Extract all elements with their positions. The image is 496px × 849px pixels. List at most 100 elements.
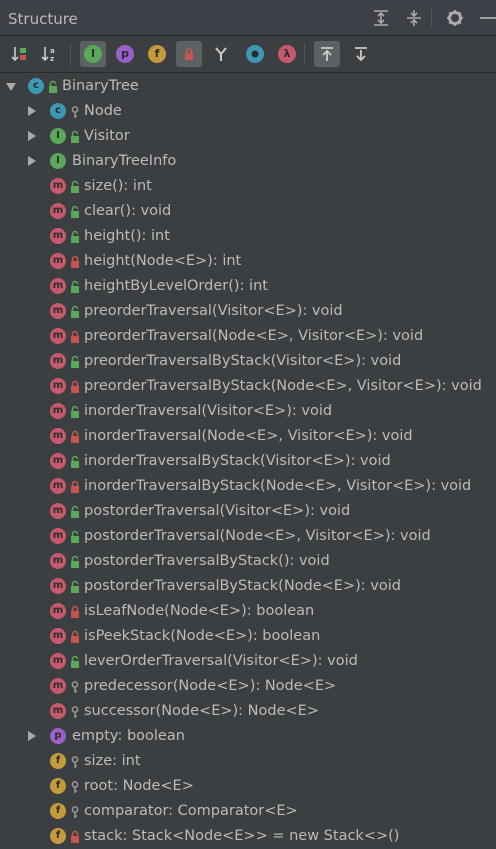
autoscroll-from-source-button[interactable] bbox=[348, 41, 374, 67]
tree-node[interactable]: m preorderTraversal(Visitor<E>): void bbox=[0, 299, 496, 324]
tree-node[interactable]: I BinaryTreeInfo bbox=[0, 149, 496, 174]
show-anonymous-button[interactable] bbox=[208, 41, 234, 67]
interface-icon: I bbox=[50, 128, 66, 144]
package-visibility-icon bbox=[70, 779, 80, 793]
expand-arrow-icon[interactable] bbox=[28, 131, 36, 141]
field-icon: f bbox=[50, 778, 66, 794]
tree-node[interactable]: f size: int bbox=[0, 749, 496, 774]
package-visibility-icon bbox=[70, 804, 80, 818]
tree-node[interactable]: m preorderTraversal(Node<E>, Visitor<E>):… bbox=[0, 324, 496, 349]
tree-node-label: inorderTraversalByStack(Node<E>, Visitor… bbox=[84, 478, 472, 494]
tree-node[interactable]: m inorderTraversalByStack(Node<E>, Visito… bbox=[0, 474, 496, 499]
collapse-all-icon[interactable] bbox=[405, 9, 423, 27]
tree-node[interactable]: m isLeafNode(Node<E>): boolean bbox=[0, 599, 496, 624]
show-lambda-icon: λ bbox=[278, 45, 296, 63]
tree-node[interactable]: m height(Node<E>): int bbox=[0, 249, 496, 274]
tree-node[interactable]: c Node bbox=[0, 99, 496, 124]
public-visibility-icon bbox=[70, 279, 80, 293]
public-visibility-icon bbox=[70, 229, 80, 243]
minimize-icon[interactable] bbox=[478, 9, 496, 27]
class-icon: c bbox=[28, 78, 44, 94]
expand-all-icon[interactable] bbox=[372, 9, 390, 27]
sort-by-visibility-icon bbox=[10, 45, 28, 63]
sort-alphabetically-button[interactable]: az bbox=[36, 41, 62, 67]
tree-root-node[interactable]: c BinaryTree bbox=[0, 74, 496, 99]
gear-icon[interactable] bbox=[446, 9, 464, 27]
tree-node-label: leverOrderTraversal(Visitor<E>): void bbox=[84, 653, 358, 669]
tree-node-label: BinaryTree bbox=[62, 78, 139, 94]
package-visibility-icon bbox=[70, 679, 80, 693]
field-icon: f bbox=[50, 753, 66, 769]
tree-node[interactable]: f stack: Stack<Node<E>> = new Stack<>() bbox=[0, 824, 496, 849]
public-visibility-icon bbox=[70, 404, 80, 418]
anonymous-classes-icon bbox=[212, 45, 230, 63]
tree-node[interactable]: m preorderTraversalByStack(Node<E>, Visit… bbox=[0, 374, 496, 399]
tree-node[interactable]: m leverOrderTraversal(Visitor<E>): void bbox=[0, 649, 496, 674]
structure-toolbar: az Ipf λ bbox=[0, 37, 496, 73]
method-icon: m bbox=[50, 578, 66, 594]
svg-text:a: a bbox=[50, 47, 55, 55]
tree-node[interactable]: f comparator: Comparator<E> bbox=[0, 799, 496, 824]
method-icon: m bbox=[50, 278, 66, 294]
tree-node[interactable]: p empty: boolean bbox=[0, 724, 496, 749]
method-icon: m bbox=[50, 353, 66, 369]
tree-node[interactable]: m predecessor(Node<E>): Node<E> bbox=[0, 674, 496, 699]
public-visibility-icon bbox=[70, 179, 80, 193]
expand-arrow-icon[interactable] bbox=[28, 156, 36, 166]
tree-node[interactable]: m isPeekStack(Node<E>): boolean bbox=[0, 624, 496, 649]
tree-node[interactable]: m height(): int bbox=[0, 224, 496, 249]
field-icon: f bbox=[50, 803, 66, 819]
method-icon: m bbox=[50, 528, 66, 544]
public-visibility-icon bbox=[70, 579, 80, 593]
tree-node[interactable]: m size(): int bbox=[0, 174, 496, 199]
autoscroll-to-source-button[interactable] bbox=[314, 41, 340, 67]
tree-node[interactable]: m inorderTraversal(Visitor<E>): void bbox=[0, 399, 496, 424]
tree-node[interactable]: m preorderTraversalByStack(Visitor<E>): v… bbox=[0, 349, 496, 374]
expand-arrow-icon[interactable] bbox=[28, 731, 36, 741]
method-icon: m bbox=[50, 628, 66, 644]
collapse-arrow-icon[interactable] bbox=[6, 83, 16, 91]
autoscroll-from-source-icon bbox=[352, 45, 370, 63]
tree-node[interactable]: m postorderTraversalByStack(): void bbox=[0, 549, 496, 574]
tree-node-label: postorderTraversal(Node<E>, Visitor<E>):… bbox=[84, 528, 431, 544]
method-icon: m bbox=[50, 178, 66, 194]
method-icon: m bbox=[50, 428, 66, 444]
package-visibility-icon bbox=[70, 704, 80, 718]
show-fields-button[interactable]: f bbox=[144, 41, 170, 67]
method-icon: m bbox=[50, 703, 66, 719]
tree-node-label: isLeafNode(Node<E>): boolean bbox=[84, 603, 315, 619]
public-visibility-icon bbox=[48, 79, 58, 93]
show-non-public-button[interactable] bbox=[176, 41, 202, 67]
tree-node[interactable]: m postorderTraversalByStack(Node<E>): voi… bbox=[0, 574, 496, 599]
public-visibility-icon bbox=[70, 354, 80, 368]
private-visibility-icon bbox=[70, 329, 80, 343]
show-properties-button[interactable]: p bbox=[112, 41, 138, 67]
tree-node-label: heightByLevelOrder(): int bbox=[84, 278, 268, 294]
package-visibility-icon bbox=[70, 754, 80, 768]
tree-node[interactable]: m postorderTraversal(Visitor<E>): void bbox=[0, 499, 496, 524]
tree-node[interactable]: m clear(): void bbox=[0, 199, 496, 224]
method-icon: m bbox=[50, 253, 66, 269]
public-visibility-icon bbox=[70, 129, 80, 143]
tree-node[interactable]: f root: Node<E> bbox=[0, 774, 496, 799]
tree-node[interactable]: I Visitor bbox=[0, 124, 496, 149]
public-visibility-icon bbox=[70, 554, 80, 568]
tree-node-label: inorderTraversalByStack(Visitor<E>): voi… bbox=[84, 453, 391, 469]
expand-arrow-icon[interactable] bbox=[28, 106, 36, 116]
tree-node-label: preorderTraversal(Node<E>, Visitor<E>): … bbox=[84, 328, 424, 344]
method-icon: m bbox=[50, 303, 66, 319]
public-visibility-icon bbox=[70, 504, 80, 518]
sort-by-visibility-button[interactable] bbox=[6, 41, 32, 67]
show-inherited-button[interactable]: I bbox=[80, 41, 106, 67]
tree-node[interactable]: m inorderTraversal(Node<E>, Visitor<E>): … bbox=[0, 424, 496, 449]
tree-node-label: size: int bbox=[84, 753, 141, 769]
tree-node[interactable]: m heightByLevelOrder(): int bbox=[0, 274, 496, 299]
private-visibility-icon bbox=[70, 604, 80, 618]
tree-node[interactable]: m postorderTraversal(Node<E>, Visitor<E>)… bbox=[0, 524, 496, 549]
show-lambda-button[interactable]: λ bbox=[274, 41, 300, 67]
show-lambdas-button[interactable] bbox=[242, 41, 268, 67]
tree-node[interactable]: m successor(Node<E>): Node<E> bbox=[0, 699, 496, 724]
tree-node[interactable]: m inorderTraversalByStack(Visitor<E>): vo… bbox=[0, 449, 496, 474]
private-visibility-icon bbox=[70, 479, 80, 493]
tree-node-label: inorderTraversal(Node<E>, Visitor<E>): v… bbox=[84, 428, 413, 444]
